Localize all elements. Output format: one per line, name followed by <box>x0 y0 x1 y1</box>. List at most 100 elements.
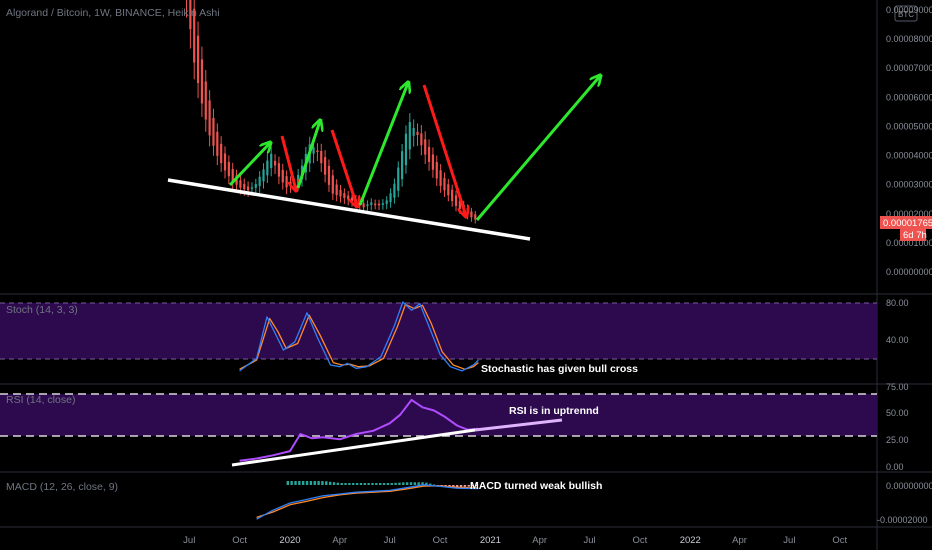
candle <box>435 162 438 179</box>
green-up-arrow-projection[interactable] <box>475 76 600 221</box>
svg-text:80.00: 80.00 <box>886 298 909 308</box>
red-down-arrow-1[interactable] <box>280 135 296 190</box>
candle <box>220 143 223 164</box>
macd-histogram-bar <box>402 482 405 485</box>
macd-histogram-bar <box>290 481 293 485</box>
time-tick: Apr <box>732 535 747 546</box>
panel-separators <box>0 0 932 550</box>
time-tick: Apr <box>332 535 347 546</box>
time-tick: Oct <box>433 535 448 546</box>
candle <box>266 160 269 176</box>
svg-text:50.00: 50.00 <box>886 408 909 418</box>
candle <box>347 195 350 200</box>
svg-text:0.00: 0.00 <box>886 462 904 472</box>
price-tick: 0.00009000 <box>886 5 932 15</box>
candle <box>196 35 200 84</box>
candle <box>200 59 204 104</box>
time-tick: Oct <box>832 535 847 546</box>
candle <box>397 167 400 191</box>
candle <box>427 146 431 162</box>
candle <box>393 183 396 198</box>
macd-histogram-bar <box>301 481 305 485</box>
macd-histogram-bar <box>328 481 332 485</box>
stoch-axis: 80.00 40.00 <box>886 298 909 345</box>
candle <box>470 211 473 218</box>
macd-histogram-bar <box>371 483 374 485</box>
candle <box>401 151 404 180</box>
candle <box>204 81 207 120</box>
candle <box>316 150 319 153</box>
candle <box>439 170 442 186</box>
macd-histogram-bar <box>367 483 370 485</box>
candle <box>208 100 211 136</box>
macd-layer <box>256 481 479 520</box>
macd-histogram-bar <box>305 481 309 485</box>
candle <box>420 133 423 146</box>
green-up-arrow-3[interactable] <box>358 83 408 206</box>
macd-label[interactable]: MACD (12, 26, close, 9) <box>6 481 118 493</box>
candle <box>431 154 435 170</box>
macd-annotation: MACD turned weak bullish <box>470 480 602 492</box>
macd-histogram-bar <box>405 482 409 485</box>
macd-histogram-bar <box>398 482 401 485</box>
rsi-label[interactable]: RSI (14, close) <box>6 394 75 406</box>
time-tick: Apr <box>532 535 547 546</box>
candle <box>447 184 450 196</box>
candle <box>273 160 277 166</box>
rsi-band <box>0 394 877 436</box>
macd-histogram-bar <box>386 483 390 485</box>
candle <box>320 150 323 164</box>
red-down-arrow-3[interactable] <box>422 84 466 216</box>
time-tick: Jul <box>583 535 595 546</box>
macd-histogram-bar <box>394 482 397 485</box>
price-tick: 0.00005000 <box>886 121 932 131</box>
macd-histogram-bar <box>413 482 417 485</box>
macd-histogram-bar <box>382 483 386 485</box>
macd-histogram-bar <box>309 481 313 485</box>
price-tick: 0.00006000 <box>886 92 932 102</box>
rsi-annotation: RSI is in uptrennd <box>509 405 599 417</box>
candle <box>362 203 365 208</box>
macd-histogram-bar <box>340 483 343 485</box>
candle <box>381 203 384 205</box>
macd-histogram-bar <box>332 482 336 485</box>
candle <box>270 153 273 168</box>
candle <box>277 163 281 177</box>
candle <box>335 184 338 196</box>
candle <box>331 175 334 194</box>
candle <box>227 161 230 177</box>
macd-histogram-bar <box>348 483 351 485</box>
candle <box>285 176 288 188</box>
macd-histogram-bar <box>317 481 320 485</box>
last-price-value: 0.00001765 <box>883 218 932 229</box>
macd-histogram-bar <box>375 483 378 485</box>
macd-line <box>256 484 479 520</box>
stoch-label[interactable]: Stoch (14, 3, 3) <box>6 304 78 316</box>
chart-canvas[interactable]: Algorand / Bitcoin, 1W, BINANCE, Heikin … <box>0 0 932 550</box>
svg-text:40.00: 40.00 <box>886 335 909 345</box>
candle <box>258 176 261 186</box>
time-axis[interactable]: Jul Oct 2020 Apr Jul Oct 2021 Apr Jul Oct 2022 Apr J… <box>183 535 847 546</box>
candle <box>408 122 411 150</box>
macd-histogram-bar <box>378 483 382 485</box>
candle <box>262 169 265 182</box>
candle <box>474 214 477 220</box>
svg-text:0.00000000: 0.00000000 <box>886 481 932 491</box>
macd-histogram-bar <box>355 483 359 485</box>
macd-histogram-bar <box>313 481 316 485</box>
main-support-trendline[interactable] <box>167 178 531 241</box>
candle <box>443 178 446 191</box>
time-tick: 2022 <box>680 535 701 546</box>
candle <box>389 193 392 203</box>
candle <box>312 147 315 154</box>
candle <box>454 195 458 206</box>
time-tick: Oct <box>232 535 247 546</box>
macd-histogram-bar <box>325 481 328 485</box>
green-up-arrow-2[interactable] <box>296 121 320 189</box>
macd-histogram-bar <box>409 482 413 485</box>
candle <box>212 117 215 146</box>
macd-histogram-bar <box>417 482 420 485</box>
candle <box>281 169 284 183</box>
time-tick: 2020 <box>279 535 300 546</box>
svg-text:75.00: 75.00 <box>886 382 909 392</box>
